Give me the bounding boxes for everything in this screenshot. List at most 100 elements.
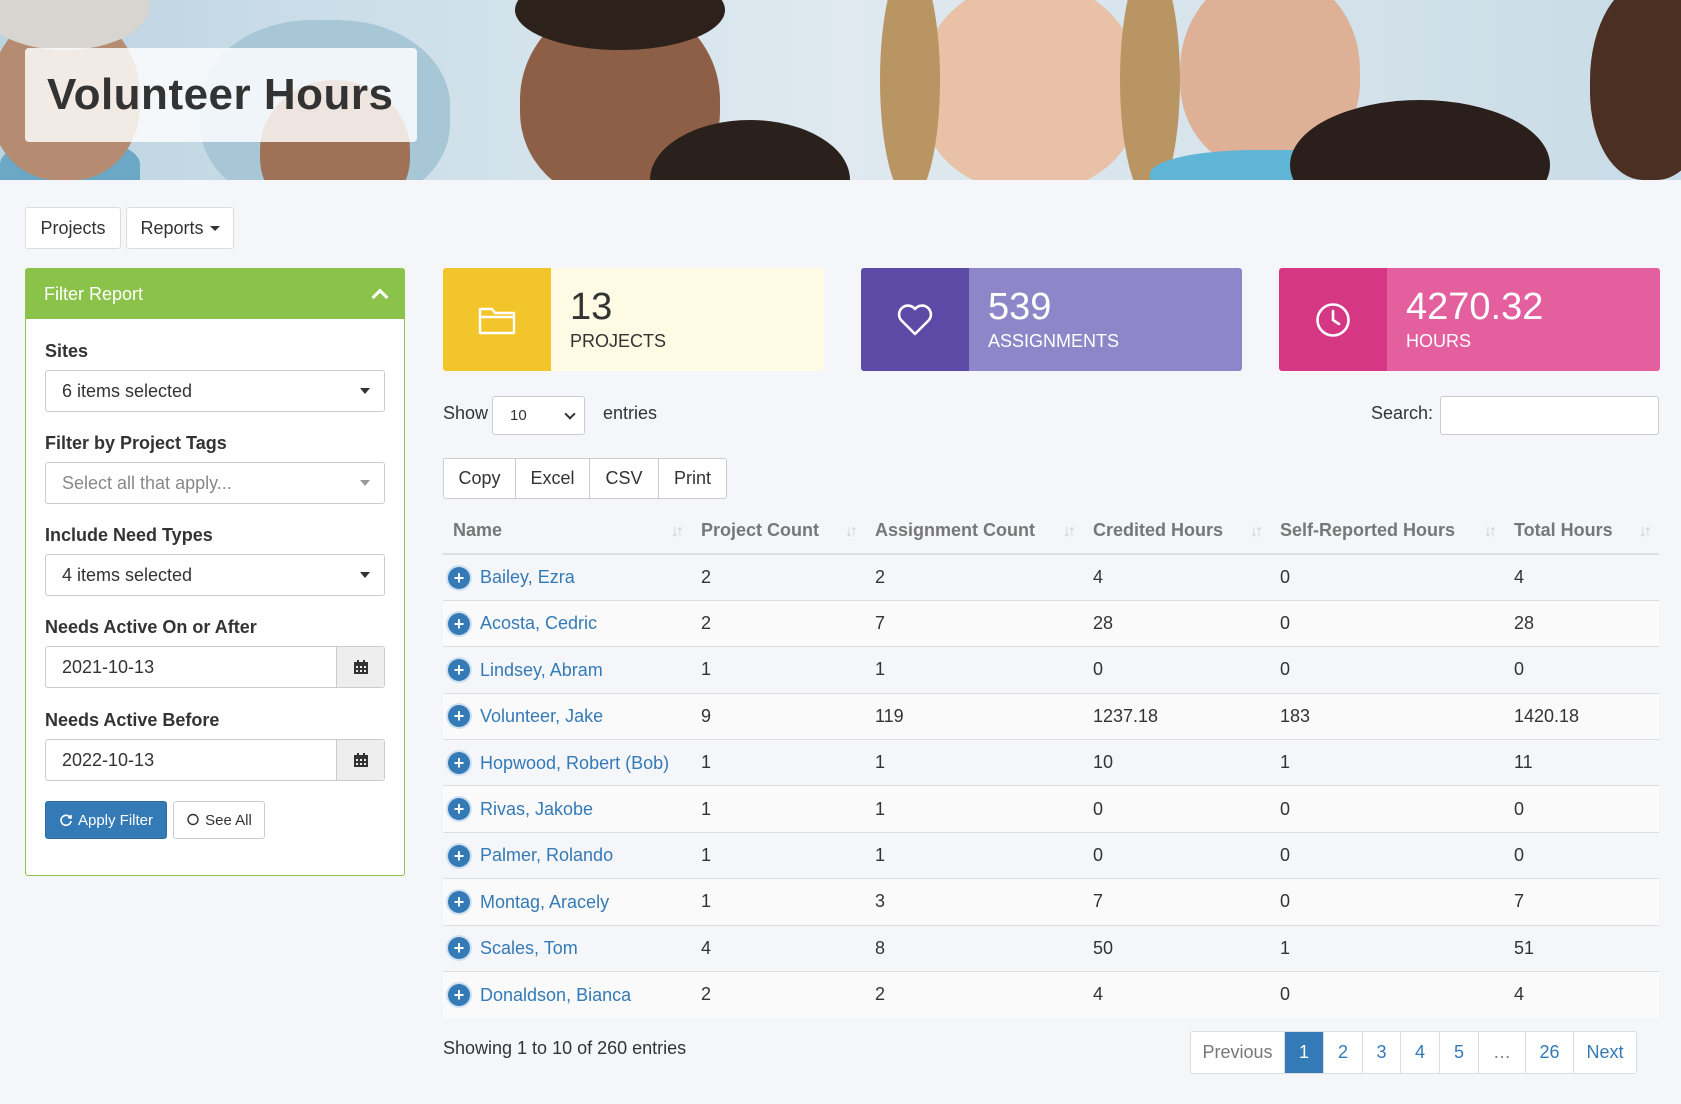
volunteer-name-link[interactable]: Acosta, Cedric (480, 613, 597, 633)
table-cell: 0 (1504, 785, 1659, 833)
nav-reports-dropdown[interactable]: Reports (126, 207, 234, 249)
expand-row-icon[interactable]: + (448, 798, 470, 821)
next-page-button[interactable]: Next (1574, 1032, 1636, 1073)
page-button[interactable]: 4 (1401, 1032, 1440, 1073)
expand-row-icon[interactable]: + (448, 937, 470, 960)
folder-icon (478, 307, 516, 334)
sites-label: Sites (45, 341, 89, 361)
see-all-button[interactable]: See All (173, 801, 265, 839)
page-button[interactable]: 2 (1324, 1032, 1363, 1073)
need-types-select[interactable]: 4 items selected (45, 554, 385, 596)
copy-button[interactable]: Copy (444, 459, 516, 498)
active-after-input[interactable] (46, 647, 336, 687)
page-button[interactable]: 5 (1440, 1032, 1479, 1073)
volunteer-name-link[interactable]: Montag, Aracely (480, 892, 609, 912)
page-title: Volunteer Hours (47, 70, 394, 119)
table-cell: 11 (1504, 739, 1659, 786)
table-cell: 1 (691, 646, 865, 694)
page-button[interactable]: 26 (1526, 1032, 1574, 1073)
column-header-label: Total Hours (1514, 520, 1613, 540)
volunteer-name-link[interactable]: Scales, Tom (480, 938, 578, 958)
expand-row-icon[interactable]: + (448, 659, 470, 682)
column-header[interactable]: Name ↓↑ (443, 508, 691, 555)
volunteer-name-link[interactable]: Bailey, Ezra (480, 567, 575, 587)
table-cell: 7 (1504, 878, 1659, 926)
volunteer-name-link[interactable]: Volunteer, Jake (480, 706, 603, 726)
excel-button[interactable]: Excel (516, 459, 590, 498)
volunteer-name-link[interactable]: Rivas, Jakobe (480, 799, 593, 819)
table-row: + Donaldson, Bianca 2 2 4 0 4 (443, 971, 1659, 1018)
expand-row-icon[interactable]: + (448, 891, 470, 914)
volunteer-name-link[interactable]: Palmer, Rolando (480, 845, 613, 865)
table-row: + Rivas, Jakobe 1 1 0 0 0 (443, 785, 1659, 833)
name-cell: + Palmer, Rolando (443, 831, 691, 879)
active-before-label: Needs Active Before (45, 710, 220, 730)
expand-row-icon[interactable]: + (448, 844, 470, 867)
column-header[interactable]: Credited Hours ↓↑ (1083, 508, 1270, 555)
sort-icon[interactable]: ↓↑ (1063, 523, 1076, 541)
sort-icon[interactable]: ↓↑ (1484, 523, 1497, 541)
table-cell: 1 (865, 646, 1083, 694)
name-cell: + Rivas, Jakobe (443, 785, 691, 833)
calendar-icon (353, 660, 368, 674)
assignments-stat-body: 539 ASSIGNMENTS (969, 268, 1242, 371)
expand-row-icon[interactable]: + (448, 705, 470, 728)
expand-row-icon[interactable]: + (448, 751, 470, 774)
calendar-button[interactable] (336, 740, 384, 780)
csv-button[interactable]: CSV (590, 459, 659, 498)
refresh-icon (60, 814, 72, 827)
project-tags-select[interactable]: Select all that apply... (45, 462, 385, 504)
filter-panel-header[interactable]: Filter Report (26, 269, 404, 319)
print-button[interactable]: Print (659, 459, 726, 498)
table-cell: 50 (1083, 924, 1270, 972)
hours-total: 4270.32 (1406, 286, 1544, 328)
nav-projects-button[interactable]: Projects (25, 207, 121, 249)
table-cell: 183 (1270, 692, 1504, 740)
expand-row-icon[interactable]: + (448, 984, 470, 1007)
column-header[interactable]: Assignment Count ↓↑ (865, 508, 1083, 555)
calendar-button[interactable] (336, 647, 384, 687)
sort-icon[interactable]: ↓↑ (671, 523, 684, 541)
volunteer-name-link[interactable]: Hopwood, Robert (Bob) (480, 752, 669, 772)
caret-down-icon (360, 480, 370, 486)
expand-row-icon[interactable]: + (448, 612, 470, 635)
table-cell: 51 (1504, 924, 1659, 972)
expand-row-icon[interactable]: + (448, 566, 470, 589)
projects-stat-icon-box (443, 268, 551, 371)
previous-page-button: Previous (1191, 1032, 1285, 1073)
projects-stat-label: PROJECTS (570, 331, 667, 351)
table-cell: 2 (691, 599, 865, 647)
caret-down-icon (209, 225, 220, 231)
column-header[interactable]: Project Count ↓↑ (691, 508, 865, 555)
column-header[interactable]: Self-Reported Hours ↓↑ (1270, 508, 1504, 555)
active-before-input[interactable] (46, 740, 336, 780)
table-cell: 4 (1083, 971, 1270, 1018)
active-after-date-field (45, 646, 385, 688)
sort-icon[interactable]: ↓↑ (1639, 523, 1652, 541)
sites-select-value: 6 items selected (62, 380, 193, 401)
search-input[interactable] (1440, 396, 1659, 435)
nav-reports-label: Reports (140, 217, 204, 238)
column-header[interactable]: Total Hours ↓↑ (1504, 508, 1659, 555)
table-cell: 0 (1083, 785, 1270, 833)
volunteer-name-link[interactable]: Lindsey, Abram (480, 660, 603, 680)
volunteer-name-link[interactable]: Donaldson, Bianca (480, 985, 631, 1005)
page-button[interactable]: 1 (1285, 1032, 1324, 1073)
page-button[interactable]: 3 (1363, 1032, 1401, 1073)
table-cell: 119 (865, 692, 1083, 740)
sites-select[interactable]: 6 items selected (45, 370, 385, 412)
sort-icon[interactable]: ↓↑ (1250, 523, 1263, 541)
table-cell: 1 (1270, 739, 1504, 786)
page-length-select[interactable]: 10 (492, 396, 585, 435)
sort-icon[interactable]: ↓↑ (845, 523, 858, 541)
table-cell: 4 (1514, 566, 1525, 587)
table-cell: 1 (691, 831, 865, 879)
table-cell: 7 (1083, 878, 1270, 926)
apply-filter-button[interactable]: Apply Filter (45, 801, 167, 839)
chevron-up-icon[interactable] (371, 288, 389, 306)
name-cell: + Scales, Tom (443, 924, 691, 972)
column-header-label: Name (453, 520, 503, 540)
table-cell: 4 (691, 924, 865, 972)
table-cell: 0 (1504, 831, 1659, 879)
active-before-date-field (45, 739, 385, 781)
